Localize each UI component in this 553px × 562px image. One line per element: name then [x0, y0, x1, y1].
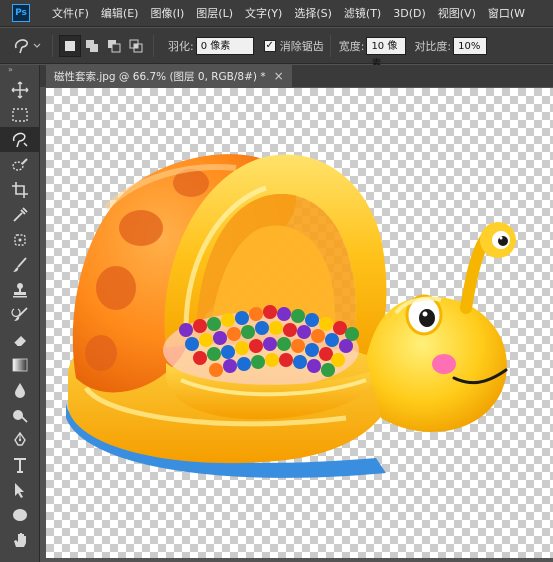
new-selection-icon: [65, 40, 75, 51]
marquee-icon: [12, 107, 28, 122]
eyedropper-tool[interactable]: [0, 202, 40, 227]
options-bar: 羽化: 0 像素 ✓ 消除锯齿 宽度: 10 像素 对比度: 10%: [0, 28, 553, 70]
subtract-from-selection-button[interactable]: [103, 35, 125, 57]
menu-file[interactable]: 文件(F): [46, 0, 95, 27]
app-logo: Ps: [12, 4, 30, 22]
width-input[interactable]: 10 像素: [366, 36, 407, 70]
menu-edit[interactable]: 编辑(E): [95, 0, 145, 27]
ellipse-tool[interactable]: [0, 502, 40, 527]
brush-tool[interactable]: [0, 252, 40, 277]
new-selection-button[interactable]: [59, 34, 81, 57]
type-icon: [14, 457, 26, 473]
menu-3d[interactable]: 3D(D): [387, 0, 432, 27]
intersect-selection-icon: [129, 39, 143, 52]
separator: [329, 34, 331, 57]
document-canvas[interactable]: [46, 88, 553, 558]
arrow-cursor-icon: [15, 482, 24, 498]
clone-stamp-icon: [13, 282, 27, 297]
eraser-icon: [13, 335, 26, 346]
toolbar-collapse-grip[interactable]: »: [0, 65, 39, 77]
separator: [153, 34, 154, 57]
brush-icon: [13, 256, 27, 272]
blur-tool[interactable]: [0, 377, 40, 402]
magnetic-lasso-tool[interactable]: [0, 127, 40, 152]
magnetic-lasso-icon: [12, 132, 28, 147]
menu-filter[interactable]: 滤镜(T): [338, 0, 387, 27]
move-tool[interactable]: [0, 77, 40, 102]
gradient-icon: [12, 358, 28, 371]
magnetic-lasso-icon: [14, 38, 41, 53]
separator: [52, 34, 53, 57]
add-to-selection-button[interactable]: [81, 35, 103, 57]
menu-select[interactable]: 选择(S): [288, 0, 338, 27]
contrast-input[interactable]: 10%: [453, 36, 488, 55]
menu-type[interactable]: 文字(Y): [239, 0, 288, 27]
document-tab[interactable]: 磁性套索.jpg @ 66.7% (图层 0, RGB/8#) * ×: [46, 65, 292, 87]
tool-preset-picker[interactable]: [8, 31, 46, 61]
crop-icon: [12, 181, 28, 198]
subtract-selection-icon: [108, 39, 121, 52]
document-tab-title: 磁性套索.jpg @ 66.7% (图层 0, RGB/8#) *: [54, 70, 266, 83]
hand-icon: [14, 532, 26, 547]
move-icon: [11, 81, 29, 98]
intersect-selection-button[interactable]: [125, 35, 147, 57]
dodge-tool[interactable]: [0, 402, 40, 427]
history-brush-icon: [11, 306, 28, 321]
gradient-tool[interactable]: [0, 352, 40, 377]
add-selection-icon: [86, 39, 98, 52]
document-tab-strip: 磁性套索.jpg @ 66.7% (图层 0, RGB/8#) * ×: [40, 65, 553, 87]
healing-brush-tool[interactable]: [0, 227, 40, 252]
marquee-tool[interactable]: [0, 102, 40, 127]
eraser-tool[interactable]: [0, 327, 40, 352]
photoshop-window: Ps 文件(F) 编辑(E) 图像(I) 图层(L) 文字(Y) 选择(S) 滤…: [0, 0, 553, 562]
feather-input[interactable]: 0 像素: [195, 36, 254, 55]
tools-panel: »: [0, 65, 40, 562]
menu-layer[interactable]: 图层(L): [190, 0, 239, 27]
blur-drop-icon: [15, 382, 25, 398]
feather-label: 羽化:: [168, 39, 194, 53]
type-tool[interactable]: [0, 452, 40, 477]
dodge-icon: [13, 409, 28, 423]
pen-tool[interactable]: [0, 427, 40, 452]
menu-image[interactable]: 图像(I): [144, 0, 190, 27]
ellipse-icon: [13, 508, 27, 521]
menu-window[interactable]: 窗口(W: [482, 0, 531, 27]
contrast-label: 对比度:: [414, 39, 452, 53]
hand-tool[interactable]: [0, 527, 40, 552]
menu-bar: Ps 文件(F) 编辑(E) 图像(I) 图层(L) 文字(Y) 选择(S) 滤…: [0, 0, 553, 27]
antialias-label: 消除锯齿: [279, 39, 324, 53]
close-icon[interactable]: ×: [274, 69, 284, 83]
quick-selection-tool[interactable]: [0, 152, 40, 177]
pen-icon: [14, 431, 26, 446]
menu-view[interactable]: 视图(V): [432, 0, 482, 27]
history-brush-tool[interactable]: [0, 302, 40, 327]
checkmark-icon: ✓: [265, 40, 274, 51]
clone-stamp-tool[interactable]: [0, 277, 40, 302]
snail-pool-image: [66, 154, 516, 478]
path-selection-tool[interactable]: [0, 477, 40, 502]
width-label: 宽度:: [338, 39, 365, 53]
antialias-checkbox[interactable]: ✓: [263, 39, 276, 52]
quick-selection-icon: [12, 157, 28, 171]
menu-items: 文件(F) 编辑(E) 图像(I) 图层(L) 文字(Y) 选择(S) 滤镜(T…: [46, 0, 531, 27]
eyedropper-icon: [13, 206, 28, 222]
healing-brush-icon: [14, 233, 26, 246]
crop-tool[interactable]: [0, 177, 40, 202]
